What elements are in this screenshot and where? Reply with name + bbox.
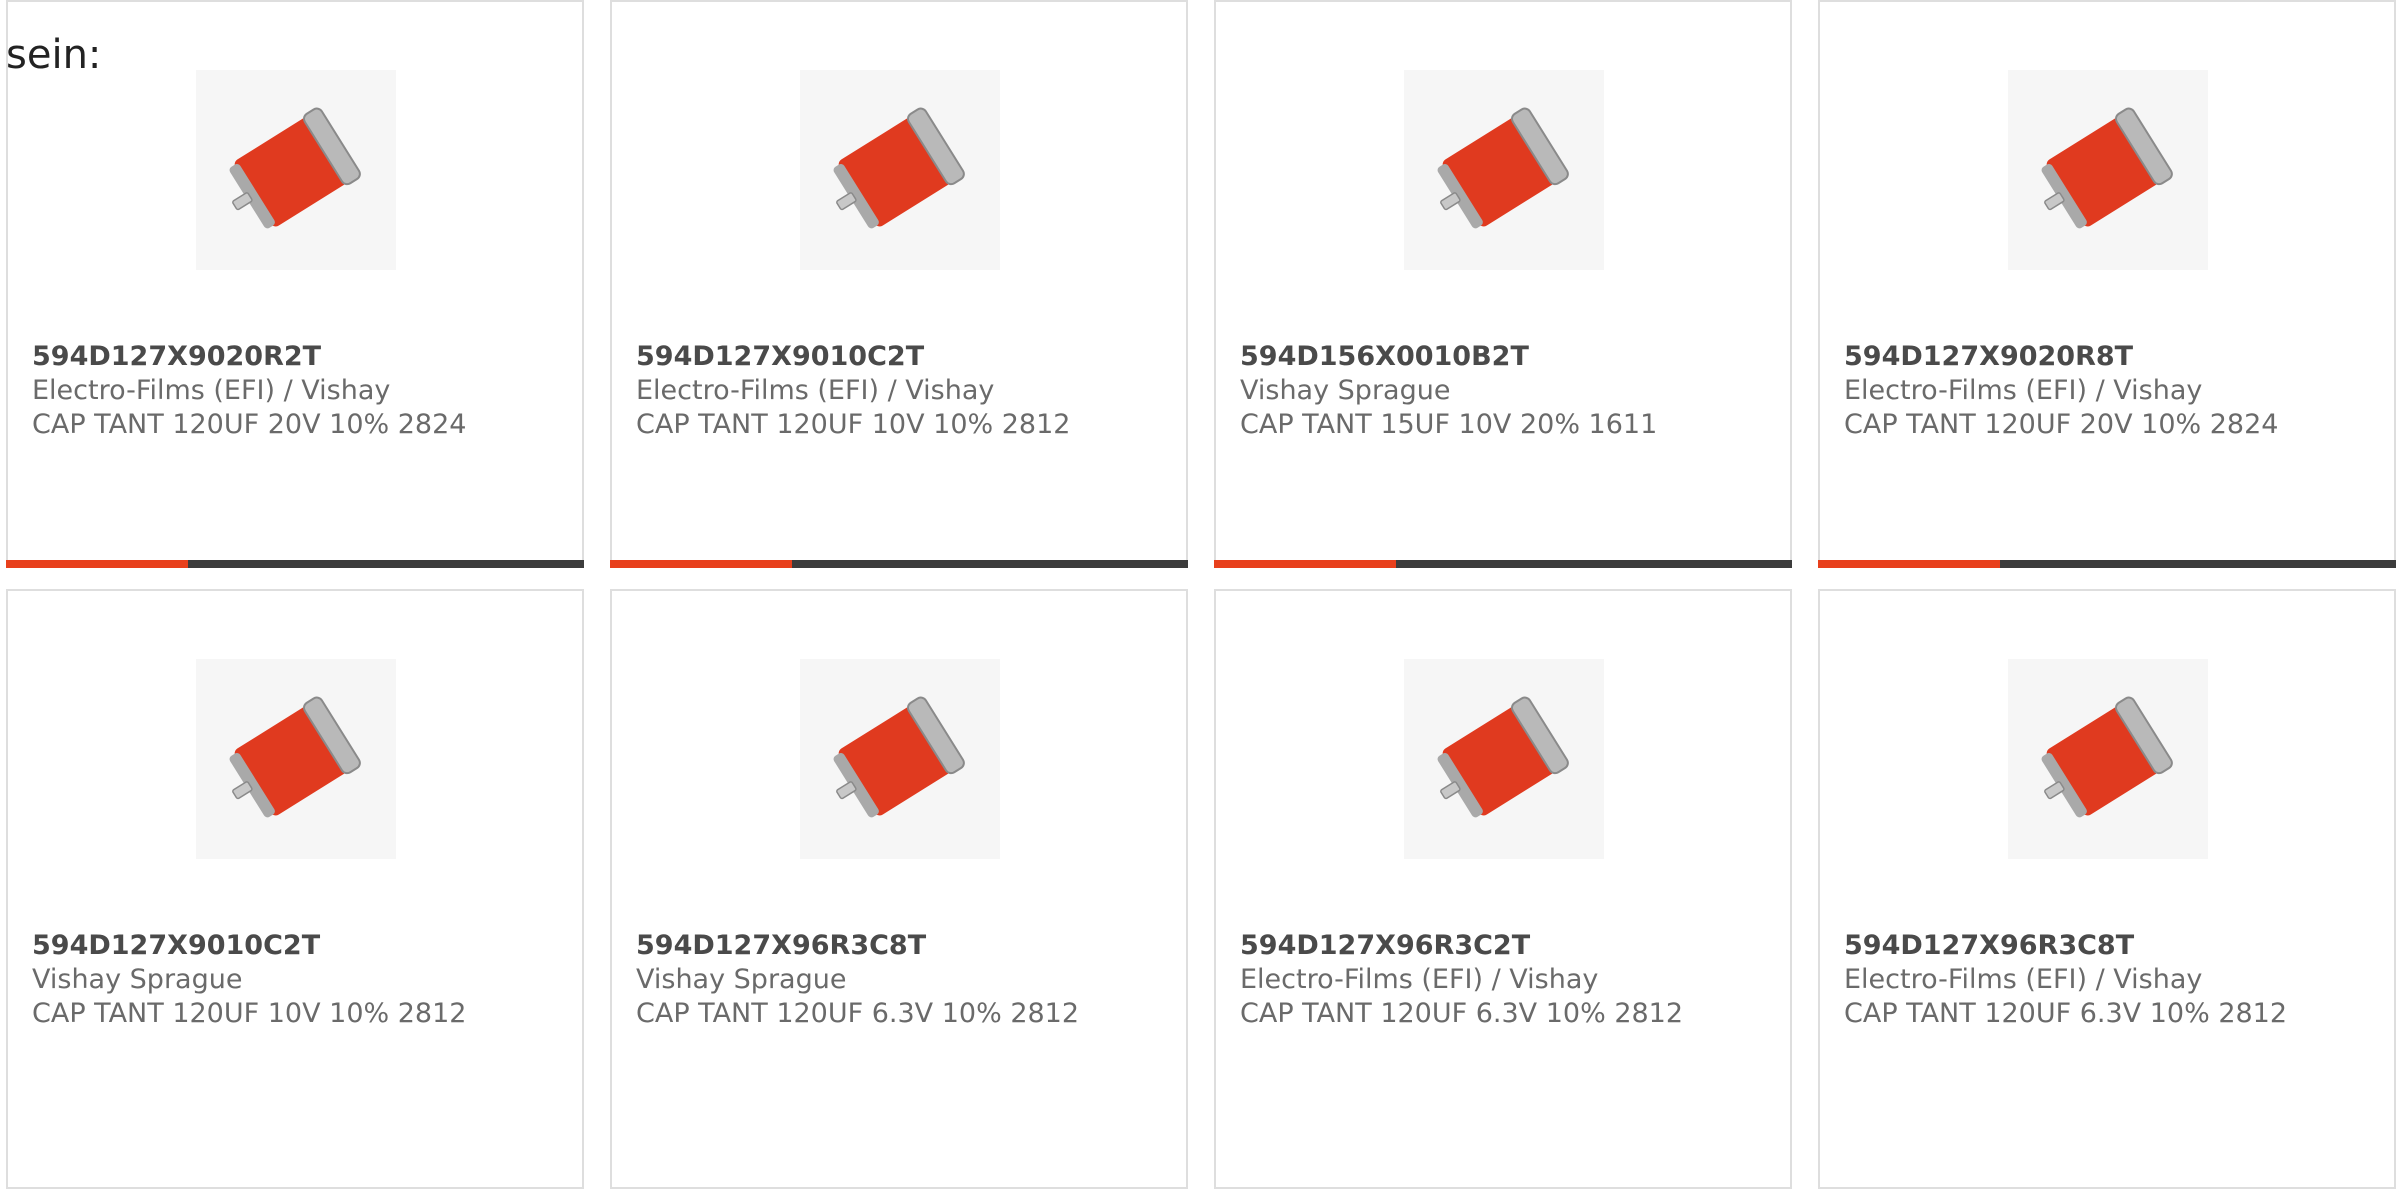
product-description: CAP TANT 120UF 20V 10% 2824 bbox=[32, 409, 467, 440]
card-footer-accent bbox=[6, 560, 188, 568]
product-info: 594D127X9020R2T Electro-Films (EFI) / Vi… bbox=[32, 340, 572, 442]
card-footer-bar bbox=[6, 560, 584, 568]
product-info: 594D127X9010C2T Vishay Sprague CAP TANT … bbox=[32, 929, 572, 1031]
card-footer-accent bbox=[610, 560, 792, 568]
manufacturer: Vishay Sprague bbox=[636, 964, 847, 995]
tantalum-capacitor-icon bbox=[229, 107, 361, 229]
product-image[interactable] bbox=[1404, 70, 1604, 270]
manufacturer: Electro-Films (EFI) / Vishay bbox=[1240, 964, 1599, 995]
product-card[interactable]: 594D127X9020R2T Electro-Films (EFI) / Vi… bbox=[6, 0, 584, 568]
manufacturer: Electro-Films (EFI) / Vishay bbox=[1844, 964, 2203, 995]
tantalum-capacitor-icon bbox=[833, 696, 965, 818]
part-number[interactable]: 594D127X96R3C8T bbox=[1844, 929, 2384, 963]
product-card[interactable]: 594D127X96R3C8T Vishay Sprague CAP TANT … bbox=[610, 589, 1188, 1189]
tantalum-capacitor-icon bbox=[1437, 107, 1569, 229]
tantalum-capacitor-icon bbox=[229, 696, 361, 818]
product-card[interactable]: 594D127X9020R8T Electro-Films (EFI) / Vi… bbox=[1818, 0, 2396, 568]
part-number[interactable]: 594D127X9020R8T bbox=[1844, 340, 2384, 374]
tantalum-capacitor-icon bbox=[833, 107, 965, 229]
product-description: CAP TANT 120UF 6.3V 10% 2812 bbox=[636, 998, 1080, 1029]
tantalum-capacitor-icon bbox=[2041, 696, 2173, 818]
card-footer-accent bbox=[1818, 560, 2000, 568]
product-image[interactable] bbox=[1404, 659, 1604, 859]
product-image[interactable] bbox=[2008, 70, 2208, 270]
product-image[interactable] bbox=[196, 659, 396, 859]
intro-text: sein: bbox=[6, 32, 102, 78]
manufacturer: Electro-Films (EFI) / Vishay bbox=[1844, 375, 2203, 406]
manufacturer: Vishay Sprague bbox=[1240, 375, 1451, 406]
product-description: CAP TANT 120UF 20V 10% 2824 bbox=[1844, 409, 2279, 440]
product-image[interactable] bbox=[800, 70, 1000, 270]
product-description: CAP TANT 120UF 10V 10% 2812 bbox=[32, 998, 467, 1029]
manufacturer: Electro-Films (EFI) / Vishay bbox=[32, 375, 391, 406]
product-image[interactable] bbox=[2008, 659, 2208, 859]
part-number[interactable]: 594D127X9010C2T bbox=[636, 340, 1176, 374]
product-description: CAP TANT 120UF 6.3V 10% 2812 bbox=[1240, 998, 1684, 1029]
tantalum-capacitor-icon bbox=[1437, 696, 1569, 818]
product-card[interactable]: 594D127X9010C2T Vishay Sprague CAP TANT … bbox=[6, 589, 584, 1189]
card-footer-bar bbox=[1818, 560, 2396, 568]
product-card[interactable]: 594D156X0010B2T Vishay Sprague CAP TANT … bbox=[1214, 0, 1792, 568]
product-info: 594D127X96R3C2T Electro-Films (EFI) / Vi… bbox=[1240, 929, 1780, 1031]
product-info: 594D127X96R3C8T Vishay Sprague CAP TANT … bbox=[636, 929, 1176, 1031]
part-number[interactable]: 594D127X9020R2T bbox=[32, 340, 572, 374]
product-description: CAP TANT 120UF 10V 10% 2812 bbox=[636, 409, 1071, 440]
product-card[interactable]: 594D127X9010C2T Electro-Films (EFI) / Vi… bbox=[610, 0, 1188, 568]
tantalum-capacitor-icon bbox=[2041, 107, 2173, 229]
part-number[interactable]: 594D156X0010B2T bbox=[1240, 340, 1780, 374]
product-card[interactable]: 594D127X96R3C2T Electro-Films (EFI) / Vi… bbox=[1214, 589, 1792, 1189]
part-number[interactable]: 594D127X9010C2T bbox=[32, 929, 572, 963]
card-footer-bar bbox=[610, 560, 1188, 568]
product-info: 594D156X0010B2T Vishay Sprague CAP TANT … bbox=[1240, 340, 1780, 442]
product-info: 594D127X9020R8T Electro-Films (EFI) / Vi… bbox=[1844, 340, 2384, 442]
product-description: CAP TANT 120UF 6.3V 10% 2812 bbox=[1844, 998, 2288, 1029]
card-footer-accent bbox=[1214, 560, 1396, 568]
part-number[interactable]: 594D127X96R3C2T bbox=[1240, 929, 1780, 963]
product-image[interactable] bbox=[800, 659, 1000, 859]
product-info: 594D127X9010C2T Electro-Films (EFI) / Vi… bbox=[636, 340, 1176, 442]
product-grid: 594D127X9020R2T Electro-Films (EFI) / Vi… bbox=[6, 0, 2400, 1189]
product-description: CAP TANT 15UF 10V 20% 1611 bbox=[1240, 409, 1658, 440]
card-footer-bar bbox=[1214, 560, 1792, 568]
part-number[interactable]: 594D127X96R3C8T bbox=[636, 929, 1176, 963]
product-card[interactable]: 594D127X96R3C8T Electro-Films (EFI) / Vi… bbox=[1818, 589, 2396, 1189]
manufacturer: Electro-Films (EFI) / Vishay bbox=[636, 375, 995, 406]
product-image[interactable] bbox=[196, 70, 396, 270]
manufacturer: Vishay Sprague bbox=[32, 964, 243, 995]
product-info: 594D127X96R3C8T Electro-Films (EFI) / Vi… bbox=[1844, 929, 2384, 1031]
